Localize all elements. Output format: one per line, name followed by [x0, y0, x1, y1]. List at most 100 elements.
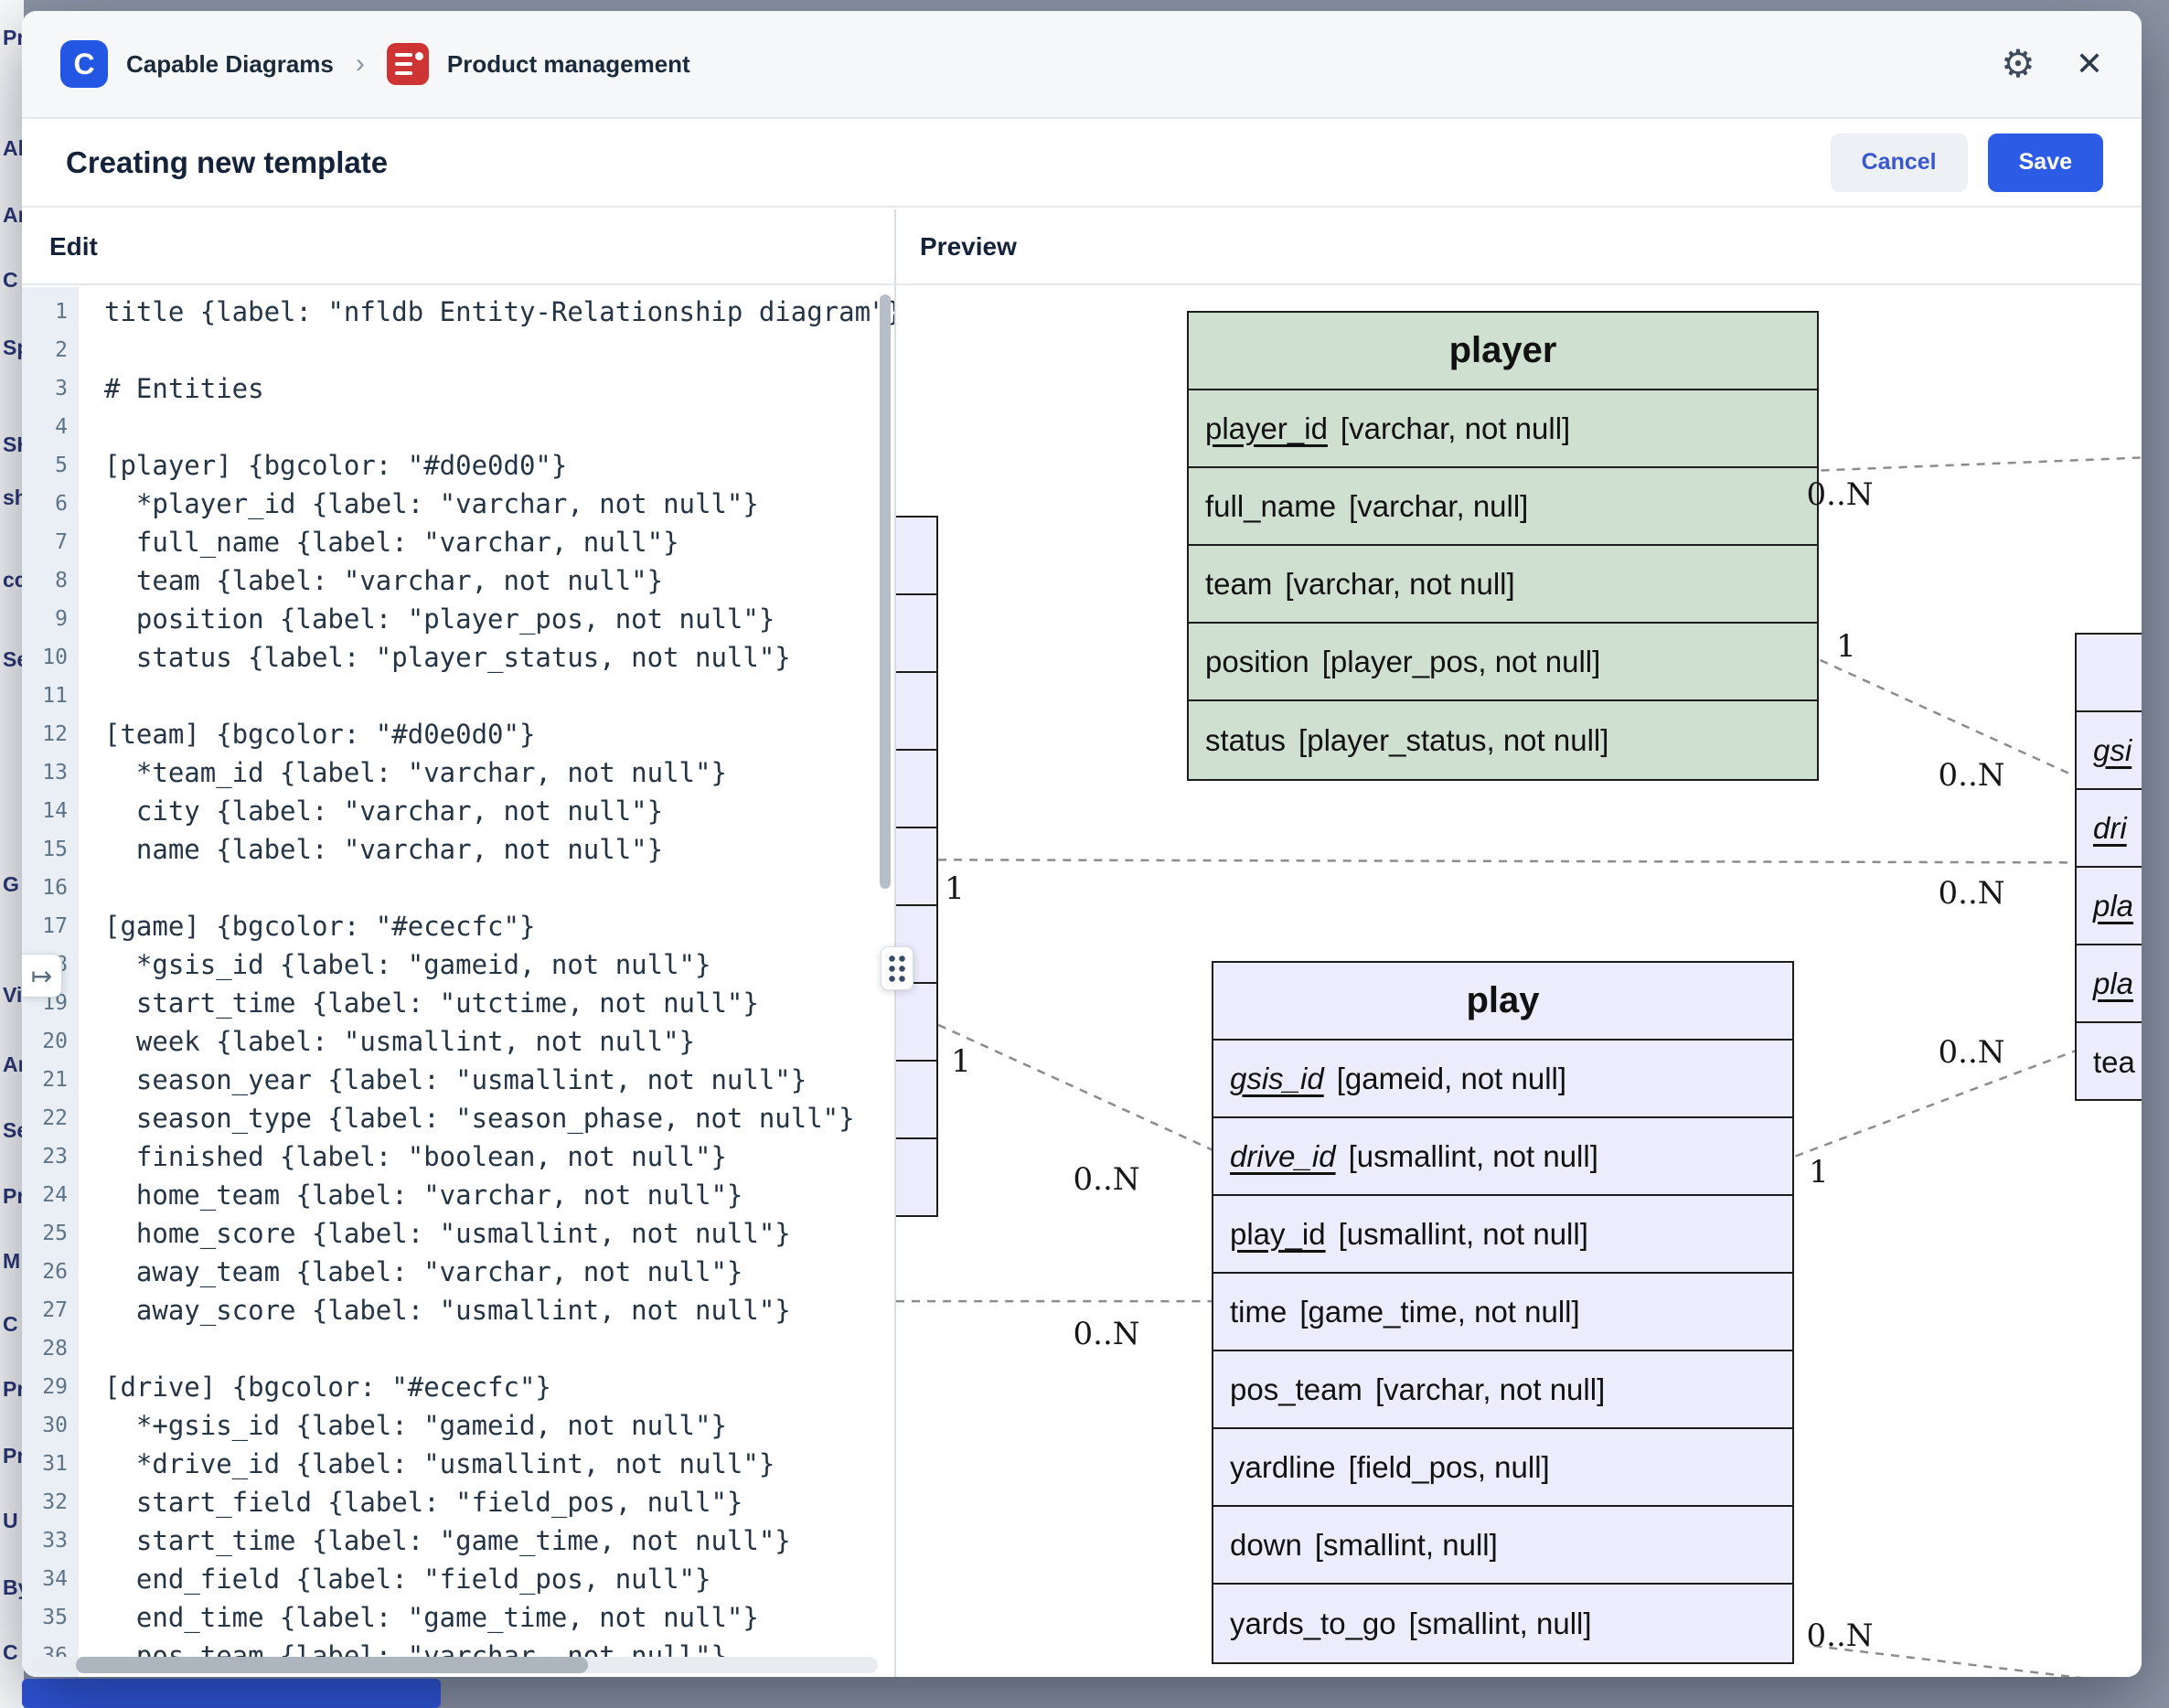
entity-table-partial-right: gsi dri pla pla tea — [2075, 633, 2142, 1101]
cardinality-label: 0..N — [1807, 476, 1874, 513]
code-line[interactable]: 7 full_name {label: "varchar, null"} — [22, 523, 894, 561]
code-line[interactable]: 13 *team_id {label: "varchar, not null"} — [22, 753, 894, 792]
code-line[interactable]: 10 status {label: "player_status, not nu… — [22, 638, 894, 677]
cardinality-label: 0..N — [1807, 1617, 1874, 1654]
preview-pane-header: Preview — [896, 209, 2142, 285]
code-line[interactable]: 12 [team] {bgcolor: "#d0e0d0"} — [22, 715, 894, 753]
er-diagram-preview: player player_id [varchar, not null] ful… — [896, 287, 2142, 1677]
code-text: season_year {label: "usmallint, not null… — [79, 1061, 807, 1099]
line-number: 6 — [22, 485, 79, 523]
code-line[interactable]: 20 week {label: "usmallint, not null"} — [22, 1022, 894, 1061]
editor-vertical-scrollbar[interactable] — [880, 294, 891, 889]
column-type: [field_pos, null] — [1349, 1450, 1550, 1485]
code-text: end_field {label: "field_pos, null"} — [79, 1560, 711, 1598]
code-line[interactable]: 19 start_time {label: "utctime, not null… — [22, 984, 894, 1022]
column-name: pla — [2093, 889, 2133, 923]
code-line[interactable]: 2 — [22, 331, 894, 369]
entity-row: dri — [2077, 790, 2142, 868]
modal-header: C Capable Diagrams › Product management … — [22, 11, 2142, 119]
code-line[interactable]: 27 away_score {label: "usmallint, not nu… — [22, 1291, 894, 1329]
code-line[interactable]: 6 *player_id {label: "varchar, not null"… — [22, 485, 894, 523]
line-number: 29 — [22, 1368, 79, 1406]
code-line[interactable]: 34 end_field {label: "field_pos, null"} — [22, 1560, 894, 1598]
template-editor-modal: C Capable Diagrams › Product management … — [22, 11, 2142, 1677]
code-line[interactable]: 35 end_time {label: "game_time, not null… — [22, 1598, 894, 1637]
editor-horizontal-scrollbar[interactable] — [76, 1657, 588, 1673]
preview-pane: Preview player — [896, 209, 2142, 1677]
column-name: team — [1205, 567, 1272, 602]
breadcrumb-app[interactable]: Capable Diagrams — [126, 50, 334, 79]
code-line[interactable]: 33 start_time {label: "game_time, not nu… — [22, 1521, 894, 1560]
code-line[interactable]: 25 home_score {label: "usmallint, not nu… — [22, 1214, 894, 1253]
code-text: *+gsis_id {label: "gameid, not null"} — [79, 1406, 727, 1445]
save-button[interactable]: Save — [1988, 133, 2103, 192]
entity-row: player_id [varchar, not null] — [1189, 390, 1817, 468]
code-line[interactable]: 32 start_field {label: "field_pos, null"… — [22, 1483, 894, 1521]
sidebar-label-fragment: M — [3, 1249, 20, 1274]
column-type: [player_pos, not null] — [1322, 645, 1601, 679]
drag-handle-icon — [887, 954, 907, 984]
code-text: [game] {bgcolor: "#ececfc"} — [79, 907, 535, 945]
code-line[interactable]: 8 team {label: "varchar, not null"} — [22, 561, 894, 600]
code-text: start_time {label: "utctime, not null"} — [79, 984, 759, 1022]
breadcrumb-project[interactable]: Product management — [447, 50, 690, 79]
code-text: away_team {label: "varchar, not null"} — [79, 1253, 743, 1291]
code-line[interactable]: 18 *gsis_id {label: "gameid, not null"} — [22, 945, 894, 984]
code-editor[interactable]: 1 title {label: "nfldb Entity-Relationsh… — [22, 287, 894, 1677]
code-line[interactable]: 24 home_team {label: "varchar, not null"… — [22, 1176, 894, 1214]
code-line[interactable]: 15 name {label: "varchar, not null"} — [22, 830, 894, 869]
code-line[interactable]: 11 — [22, 677, 894, 715]
code-text — [79, 869, 104, 907]
entity-table-partial-left — [896, 516, 938, 1217]
code-line[interactable]: 9 position {label: "player_pos, not null… — [22, 600, 894, 638]
line-number: 26 — [22, 1253, 79, 1291]
code-line[interactable]: 4 — [22, 408, 894, 446]
preview-pane-title: Preview — [896, 232, 1017, 262]
code-line[interactable]: 28 — [22, 1329, 894, 1368]
cardinality-label: 1 — [951, 1043, 971, 1080]
line-number: 16 — [22, 869, 79, 907]
sidebar-label-fragment: Se — [3, 1118, 24, 1143]
settings-gear-icon[interactable]: ⚙ — [2001, 45, 2035, 83]
column-type: [player_status, not null] — [1298, 723, 1608, 758]
code-text: *player_id {label: "varchar, not null"} — [79, 485, 759, 523]
collapse-panel-tab[interactable]: ↦ — [22, 954, 62, 998]
cancel-button[interactable]: Cancel — [1831, 133, 1968, 192]
code-line[interactable]: 14 city {label: "varchar, not null"} — [22, 792, 894, 830]
code-line[interactable]: 23 finished {label: "boolean, not null"} — [22, 1137, 894, 1176]
code-line[interactable]: 1 title {label: "nfldb Entity-Relationsh… — [22, 293, 894, 331]
line-number: 8 — [22, 561, 79, 600]
code-line[interactable]: 3 # Entities — [22, 369, 894, 408]
code-line[interactable]: 16 — [22, 869, 894, 907]
code-line[interactable]: 5 [player] {bgcolor: "#d0e0d0"} — [22, 446, 894, 485]
code-line[interactable]: 22 season_type {label: "season_phase, no… — [22, 1099, 894, 1137]
code-text: [team] {bgcolor: "#d0e0d0"} — [79, 715, 535, 753]
sidebar-label-fragment: G — [3, 872, 19, 897]
code-line[interactable]: 17 [game] {bgcolor: "#ececfc"} — [22, 907, 894, 945]
entity-table-play: play gsis_id [gameid, not null] drive_id… — [1212, 961, 1794, 1664]
entity-row: gsis_id [gameid, not null] — [1213, 1041, 1792, 1118]
code-text: title {label: "nfldb Entity-Relationship… — [79, 293, 894, 331]
line-number: 12 — [22, 715, 79, 753]
line-number: 24 — [22, 1176, 79, 1214]
code-line[interactable]: 21 season_year {label: "usmallint, not n… — [22, 1061, 894, 1099]
code-line[interactable]: 30 *+gsis_id {label: "gameid, not null"} — [22, 1406, 894, 1445]
column-type: [varchar, not null] — [1375, 1372, 1605, 1407]
line-number: 14 — [22, 792, 79, 830]
column-type: [varchar, not null] — [1341, 411, 1570, 446]
entity-row: play_id [usmallint, not null] — [1213, 1196, 1792, 1274]
entity-row: pla — [2077, 945, 2142, 1023]
line-number: 27 — [22, 1291, 79, 1329]
line-number: 11 — [22, 677, 79, 715]
code-line[interactable]: 29 [drive] {bgcolor: "#ececfc"} — [22, 1368, 894, 1406]
code-line[interactable]: 31 *drive_id {label: "usmallint, not nul… — [22, 1445, 894, 1483]
entity-row: tea — [2077, 1023, 2142, 1101]
close-icon[interactable]: ✕ — [2076, 48, 2103, 80]
cardinality-label: 0..N — [1939, 875, 2005, 912]
code-line[interactable]: 26 away_team {label: "varchar, not null"… — [22, 1253, 894, 1291]
cardinality-label: 0..N — [1074, 1161, 1140, 1198]
code-text: start_time {label: "game_time, not null"… — [79, 1521, 791, 1560]
column-name: status — [1205, 723, 1286, 758]
pane-resize-handle[interactable] — [881, 946, 914, 990]
code-text: name {label: "varchar, not null"} — [79, 830, 663, 869]
